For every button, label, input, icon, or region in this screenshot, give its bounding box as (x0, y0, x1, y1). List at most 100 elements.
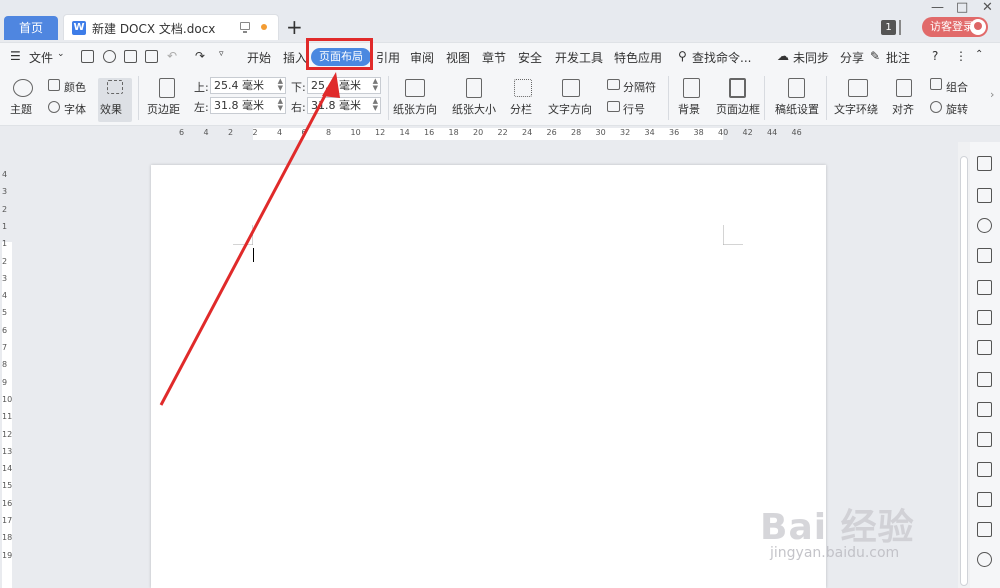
right-margin-value: 31.8 毫米 (311, 99, 361, 112)
menu-review[interactable]: 审阅 (410, 49, 434, 66)
rotate-button[interactable]: 旋转 (946, 101, 968, 117)
close-icon[interactable]: ✕ (982, 0, 993, 15)
margin-corner-mark (723, 225, 743, 245)
new-tab-button[interactable]: + (286, 16, 303, 38)
help-icon[interactable]: ? (932, 49, 938, 63)
picture-icon[interactable] (977, 522, 992, 537)
ruler-tick-label: 26 (546, 128, 557, 137)
share-button[interactable]: 分享 (840, 49, 864, 66)
text-direction-button[interactable]: 文字方向 (548, 101, 592, 117)
columns-button[interactable]: 分栏 (510, 101, 532, 117)
theme-icon[interactable] (13, 79, 33, 97)
paper-size-icon (466, 78, 482, 98)
print-preview-icon[interactable] (145, 50, 158, 63)
ruler-tick-label: 2 (228, 128, 234, 137)
image-icon[interactable] (977, 402, 992, 417)
pen-icon[interactable] (977, 156, 992, 171)
ribbon-scroll-right-icon[interactable]: › (990, 88, 994, 101)
tab-home[interactable]: 首页 (4, 16, 58, 40)
print-icon[interactable] (124, 50, 137, 63)
color-button[interactable]: 颜色 (64, 79, 86, 95)
maximize-icon[interactable]: □ (956, 0, 968, 15)
table-icon[interactable] (977, 280, 992, 295)
align-button[interactable]: 对齐 (892, 101, 914, 117)
ruler-tick-label: 11 (2, 412, 13, 422)
apps-grid-icon[interactable] (977, 310, 992, 325)
group-button[interactable]: 组合 (946, 79, 968, 95)
minimize-icon[interactable]: — (931, 0, 944, 15)
paper-setup-icon (788, 78, 805, 98)
text-effect-icon[interactable] (977, 248, 992, 263)
share-out-icon[interactable] (977, 432, 992, 447)
menu-bar: ☰ 文件 ⌄ ↶ ↷ ▿ 开始 插入 页面布局 引用 审阅 视图 章节 安全 开… (0, 42, 1000, 70)
spinner-icon[interactable]: ▲ ▼ (373, 78, 378, 92)
search-icon: ⚲ (678, 49, 687, 63)
menu-security[interactable]: 安全 (518, 49, 542, 66)
bottom-margin-value: 25.4 毫米 (311, 79, 361, 92)
margins-button[interactable]: 页边距 (147, 101, 180, 117)
scrollbar-thumb[interactable] (960, 156, 968, 586)
format-painter-icon[interactable] (103, 50, 116, 63)
shapes-icon[interactable] (977, 218, 992, 233)
ruler-tick-label: 5 (2, 308, 8, 318)
font-button[interactable]: 字体 (64, 101, 86, 117)
save-icon[interactable] (81, 50, 94, 63)
menu-view[interactable]: 视图 (446, 49, 470, 66)
menu-references[interactable]: 引用 (376, 49, 400, 66)
menu-insert[interactable]: 插入 (283, 49, 307, 66)
menu-section[interactable]: 章节 (482, 49, 506, 66)
right-margin-input[interactable]: 31.8 毫米 ▲ ▼ (307, 97, 381, 114)
collapse-ribbon-icon[interactable]: ⌃ (975, 49, 983, 60)
more-icon[interactable]: ⋮ (955, 49, 967, 63)
chart-icon[interactable] (977, 340, 992, 355)
menu-special[interactable]: 特色应用 (614, 49, 662, 66)
ruler-tick-label: 17 (2, 516, 13, 525)
hamburger-icon[interactable]: ☰ (10, 49, 21, 63)
ruler-tick-label: 28 (571, 128, 582, 137)
quick-access-dropdown-icon[interactable]: ▿ (219, 49, 224, 59)
effect-label: 效果 (100, 103, 122, 116)
left-margin-input[interactable]: 31.8 毫米 ▲ ▼ (210, 97, 286, 114)
spinner-icon[interactable]: ▲ ▼ (278, 98, 283, 112)
theme-button[interactable]: 主题 (10, 101, 32, 117)
search-command[interactable]: 查找命令... (692, 49, 751, 66)
horizontal-ruler[interactable]: 6 4 2 2 4 6 8 10 12 14 16 18 20 22 24 26 28 30 32 34 36 38 40 4… (0, 126, 1000, 142)
right-margin-label: 右: (291, 101, 306, 114)
archive-icon[interactable] (977, 492, 992, 507)
spinner-icon[interactable]: ▲ ▼ (278, 78, 283, 92)
bottom-margin-input[interactable]: 25.4 毫米 ▲ ▼ (307, 77, 381, 94)
tab-document[interactable]: W 新建 DOCX 文档.docx (63, 14, 279, 40)
chevron-down-icon[interactable]: ⌄ (57, 49, 65, 59)
line-numbers-button[interactable]: 行号 (623, 101, 645, 117)
translate-icon[interactable] (977, 462, 992, 477)
paper-setup-button[interactable]: 稿纸设置 (775, 101, 819, 117)
spinner-icon[interactable]: ▲ ▼ (373, 98, 378, 112)
breaks-button[interactable]: 分隔符 (623, 79, 656, 95)
menu-developer[interactable]: 开发工具 (555, 49, 603, 66)
download-icon[interactable] (977, 552, 992, 567)
guest-login-button[interactable]: 访客登录 (922, 17, 988, 37)
menu-file[interactable]: 文件 (29, 49, 53, 66)
sync-status[interactable]: 未同步 (793, 49, 829, 66)
unsaved-dot-icon (261, 24, 267, 30)
effect-icon (107, 80, 123, 94)
page-count-badge[interactable]: 1 (881, 20, 896, 35)
undo-icon[interactable]: ↶ (167, 49, 177, 63)
page-border-button[interactable]: 页面边框 (716, 101, 760, 117)
background-button[interactable]: 背景 (678, 101, 700, 117)
paper-size-button[interactable]: 纸张大小 (452, 101, 496, 117)
ruler-tick-label: 9 (2, 377, 8, 387)
vertical-ruler[interactable]: 4 3 2 1 1 2 3 4 5 6 7 8 9 10 11 12 13 14 15 16 17 18 19 (0, 142, 14, 588)
monitor-icon[interactable] (240, 22, 250, 33)
menu-start[interactable]: 开始 (247, 49, 271, 66)
page-border-icon (729, 78, 746, 98)
vertical-scrollbar[interactable] (958, 142, 970, 588)
select-cursor-icon[interactable] (977, 188, 992, 203)
settings-sliders-icon[interactable] (977, 372, 992, 387)
effect-button[interactable]: 效果 (98, 78, 132, 122)
orientation-button[interactable]: 纸张方向 (393, 101, 437, 117)
comment-button[interactable]: 批注 (886, 49, 910, 66)
top-margin-input[interactable]: 25.4 毫米 ▲ ▼ (210, 77, 286, 94)
text-wrap-button[interactable]: 文字环绕 (834, 101, 878, 117)
redo-icon[interactable]: ↷ (195, 49, 205, 63)
